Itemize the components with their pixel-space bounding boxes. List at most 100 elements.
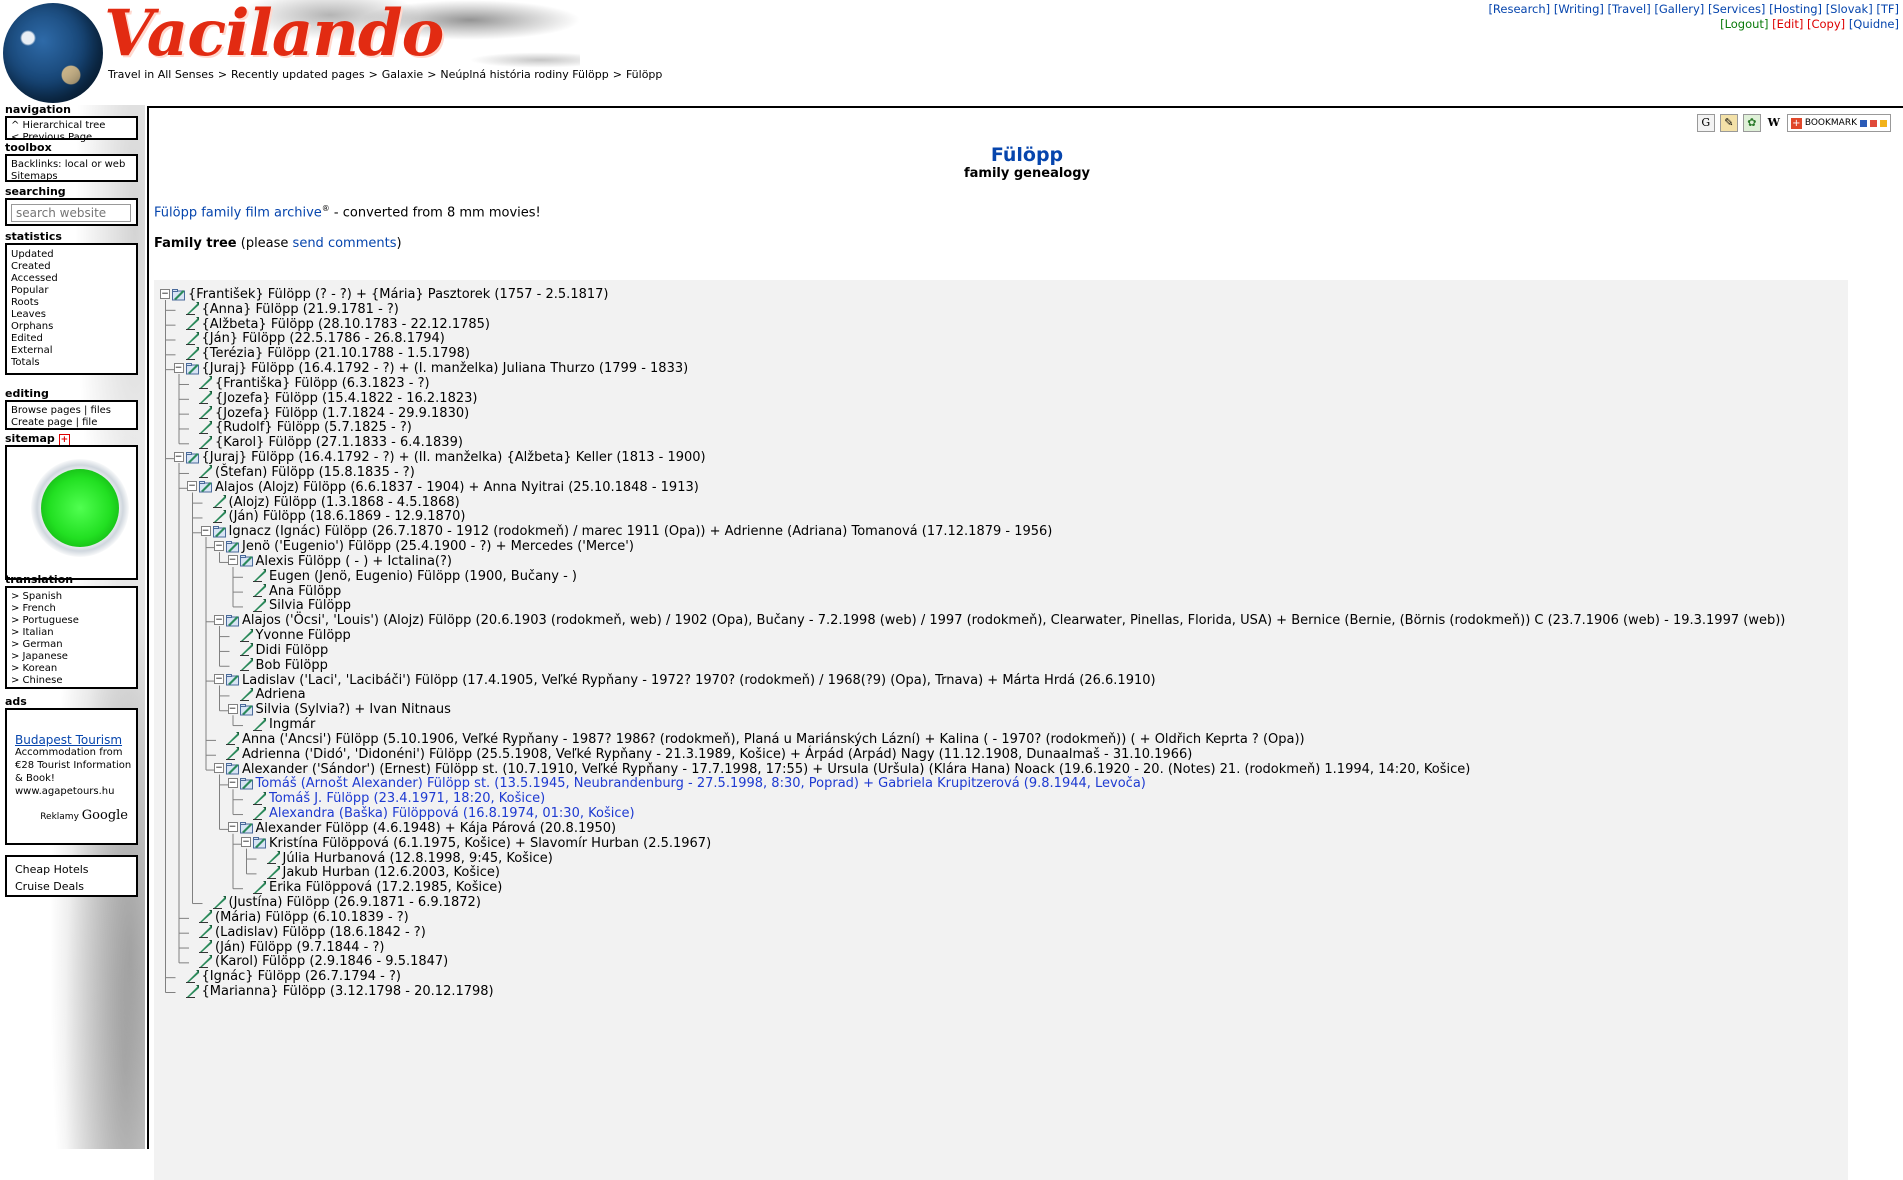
tree-node-label[interactable]: Alexis Fülöpp ( - ) + Ictalina(?)	[256, 554, 452, 569]
tree-node-label[interactable]: Kristína Fülöppová (6.1.1975, Košice) + …	[269, 836, 711, 851]
stat-accessed-link[interactable]: Accessed	[11, 273, 132, 285]
tree-node-label[interactable]: Jenö ('Eugenio') Fülöpp (25.4.1900 - ?) …	[242, 539, 634, 554]
stat-edited-link[interactable]: Edited	[11, 333, 132, 345]
browse-files-link[interactable]: files	[91, 405, 111, 416]
translate-icon[interactable]: ✎	[1719, 114, 1738, 132]
tree-node-label[interactable]: {Marianna} Fülöpp (3.12.1798 - 20.12.179…	[202, 984, 494, 999]
tree-node-label[interactable]: (Justína) Fülöpp (26.9.1871 - 6.9.1872)	[229, 895, 481, 910]
tree-node-label[interactable]: {Juraj} Fülöpp (16.4.1792 - ?) + (I. man…	[202, 361, 689, 376]
tree-node-label[interactable]: {Rudolf} Fülöpp (5.7.1825 - ?)	[215, 420, 412, 435]
stat-totals-link[interactable]: Totals	[11, 357, 132, 369]
collapse-toggle[interactable]: −	[214, 614, 224, 625]
collapse-toggle[interactable]: −	[160, 288, 170, 299]
translate-japanese-link[interactable]: > Japanese	[11, 651, 132, 663]
top-link-hosting[interactable]: [Hosting]	[1769, 2, 1822, 16]
ad-title-link[interactable]: Budapest Tourism	[15, 734, 128, 746]
tree-node-label[interactable]: Jakub Hurban (12.6.2003, Košice)	[283, 865, 500, 880]
top-link-slovak[interactable]: [Slovak]	[1826, 2, 1873, 16]
top-link-tf[interactable]: [TF]	[1876, 2, 1899, 16]
tree-node-label[interactable]: {Ignác} Fülöpp (26.7.1794 - ?)	[202, 969, 401, 984]
tree-node-label[interactable]: (Karol) Fülöpp (2.9.1846 - 9.5.1847)	[215, 954, 448, 969]
top-link-edit[interactable]: [Edit]	[1772, 17, 1803, 31]
tree-node[interactable]: − Ladislav ('Laci', 'Lacibáči') Fülöpp (1…	[214, 672, 1156, 690]
breadcrumb-item[interactable]: Travel in All Senses	[108, 68, 214, 81]
tree-node-label[interactable]: Erika Fülöppová (17.2.1985, Košice)	[269, 880, 502, 895]
translate-german-link[interactable]: > German	[11, 639, 132, 651]
wikipedia-icon[interactable]: W	[1766, 115, 1782, 131]
tree-node-label[interactable]: Adrienna ('Didó', 'Didonéni') Fülöpp (25…	[242, 747, 1192, 762]
collapse-toggle[interactable]: −	[214, 540, 224, 551]
tree-node-label[interactable]: Eugen (Jenö, Eugenio) Fülöpp (1900, Buča…	[269, 569, 577, 584]
create-file-link[interactable]: file	[82, 417, 97, 428]
collapse-toggle[interactable]: −	[200, 525, 211, 536]
collapse-toggle[interactable]: −	[173, 451, 184, 462]
collapse-toggle[interactable]: −	[214, 763, 224, 774]
translate-french-link[interactable]: > French	[11, 603, 132, 615]
tree-node-label[interactable]: {Jozefa} Fülöpp (1.7.1824 - 29.9.1830)	[215, 406, 469, 421]
collapse-toggle[interactable]: −	[227, 777, 238, 788]
tree-node-label[interactable]: {František} Fülöpp (? - ?) + {Mária} Pas…	[188, 287, 608, 302]
collapse-toggle[interactable]: −	[227, 703, 238, 714]
tree-node-label[interactable]: {Jozefa} Fülöpp (15.4.1822 - 16.2.1823)	[215, 391, 477, 406]
tree-node-label[interactable]: Júlia Hurbanová (12.8.1998, 9:45, Košice…	[283, 851, 553, 866]
film-archive-link[interactable]: Fülöpp family film archive	[154, 205, 322, 220]
top-link-services[interactable]: [Services]	[1708, 2, 1765, 16]
stat-updated-link[interactable]: Updated	[11, 249, 132, 261]
top-link-copy[interactable]: [Copy]	[1807, 17, 1845, 31]
cruise-deals-link[interactable]: Cruise Deals	[15, 878, 128, 895]
tree-node-label[interactable]: Tomáš J. Fülöpp (23.4.1971, 18:20, Košic…	[269, 791, 545, 806]
tree-node-label[interactable]: {Karol} Fülöpp (27.1.1833 - 6.4.1839)	[215, 435, 463, 450]
tree-node-label[interactable]: {Anna} Fülöpp (21.9.1781 - ?)	[202, 302, 399, 317]
google-icon[interactable]: G	[1696, 114, 1715, 132]
tree-node-label[interactable]: Alajos (Alojz) Fülöpp (6.6.1837 - 1904) …	[215, 480, 699, 495]
create-page-link[interactable]: Create page	[11, 417, 72, 428]
translate-spanish-link[interactable]: > Spanish	[11, 591, 132, 603]
tree-node-label[interactable]: Yvonne Fülöpp	[256, 628, 351, 643]
globe-logo[interactable]	[3, 3, 103, 103]
stat-roots-link[interactable]: Roots	[11, 297, 132, 309]
tree-node-label[interactable]: {Juraj} Fülöpp (16.4.1792 - ?) + (II. ma…	[202, 450, 706, 465]
top-link-quidne[interactable]: [Quidne]	[1849, 17, 1899, 31]
bookmark-button[interactable]: + BOOKMARK	[1786, 114, 1891, 132]
hierarchical-tree-link[interactable]: ^ Hierarchical tree	[11, 120, 132, 132]
tree-node-label[interactable]: Alajos ('Öcsi', 'Louis') (Alojz) Fülöpp …	[242, 613, 1785, 628]
tree-node-label[interactable]: Ladislav ('Laci', 'Lacibáči') Fülöpp (17…	[242, 673, 1156, 688]
sitemap-box[interactable]	[5, 445, 138, 580]
translate-portuguese-link[interactable]: > Portuguese	[11, 615, 132, 627]
collapse-toggle[interactable]: −	[214, 674, 224, 685]
cheap-hotels-link[interactable]: Cheap Hotels	[15, 861, 128, 878]
feedback-icon[interactable]: ✿	[1742, 114, 1761, 132]
tree-node-label[interactable]: {Alžbeta} Fülöpp (28.10.1783 - 22.12.178…	[202, 317, 491, 332]
top-link-writing[interactable]: [Writing]	[1554, 2, 1604, 16]
top-link-research[interactable]: [Research]	[1488, 2, 1550, 16]
tree-node-label[interactable]: (Ladislav) Fülöpp (18.6.1842 - ?)	[215, 925, 426, 940]
tree-node-label[interactable]: (Ján) Fülöpp (9.7.1844 - ?)	[215, 940, 384, 955]
top-link-travel[interactable]: [Travel]	[1608, 2, 1651, 16]
tree-node-label[interactable]: {Františka} Fülöpp (6.3.1823 - ?)	[215, 376, 430, 391]
top-link-logout[interactable]: [Logout]	[1720, 17, 1768, 31]
search-input[interactable]	[11, 204, 131, 222]
tree-node-label[interactable]: Alexander ('Sándor') (Ernest) Fülöpp st.…	[242, 762, 1470, 777]
ad-attribution[interactable]: Reklamy Google	[15, 809, 128, 823]
tree-node-label[interactable]: Silvia Fülöpp	[269, 598, 351, 613]
backlinks-link[interactable]: Backlinks: local or web	[11, 159, 132, 171]
tree-node-label[interactable]: Alexandra (Baška) Fülöppová (16.8.1974, …	[269, 806, 635, 821]
tree-node-label[interactable]: (Štefan) Fülöpp (15.8.1835 - ?)	[215, 465, 415, 480]
tree-node-label[interactable]: Silvia (Sylvia?) + Ivan Nitnaus	[256, 702, 451, 717]
tree-node-label[interactable]: Didi Fülöpp	[256, 643, 329, 658]
tree-node-label[interactable]: Adriena	[256, 687, 306, 702]
tree-node-label[interactable]: (Alojz) Fülöpp (1.3.1868 - 4.5.1868)	[229, 495, 460, 510]
tree-node-label[interactable]: Ingmár	[269, 717, 315, 732]
stat-external-link[interactable]: External	[11, 345, 132, 357]
ad-url[interactable]: www.agapetours.hu	[15, 785, 128, 798]
site-logo[interactable]: Vacilando	[104, 0, 444, 71]
translate-italian-link[interactable]: > Italian	[11, 627, 132, 639]
tree-node-label[interactable]: (Mária) Fülöpp (6.10.1839 - ?)	[215, 910, 409, 925]
breadcrumb-item[interactable]: Galaxie	[382, 68, 423, 81]
breadcrumb-item[interactable]: Neúplná história rodiny Fülöpp	[440, 68, 608, 81]
collapse-toggle[interactable]: −	[173, 362, 184, 373]
tree-node-label[interactable]: Ignacz (Ignác) Fülöpp (26.7.1870 - 1912 …	[229, 524, 1053, 539]
tree-node-label[interactable]: Anna ('Ancsi') Fülöpp (5.10.1906, Veľké …	[242, 732, 1305, 747]
top-link-gallery[interactable]: [Gallery]	[1654, 2, 1704, 16]
breadcrumb-item[interactable]: Recently updated pages	[231, 68, 365, 81]
